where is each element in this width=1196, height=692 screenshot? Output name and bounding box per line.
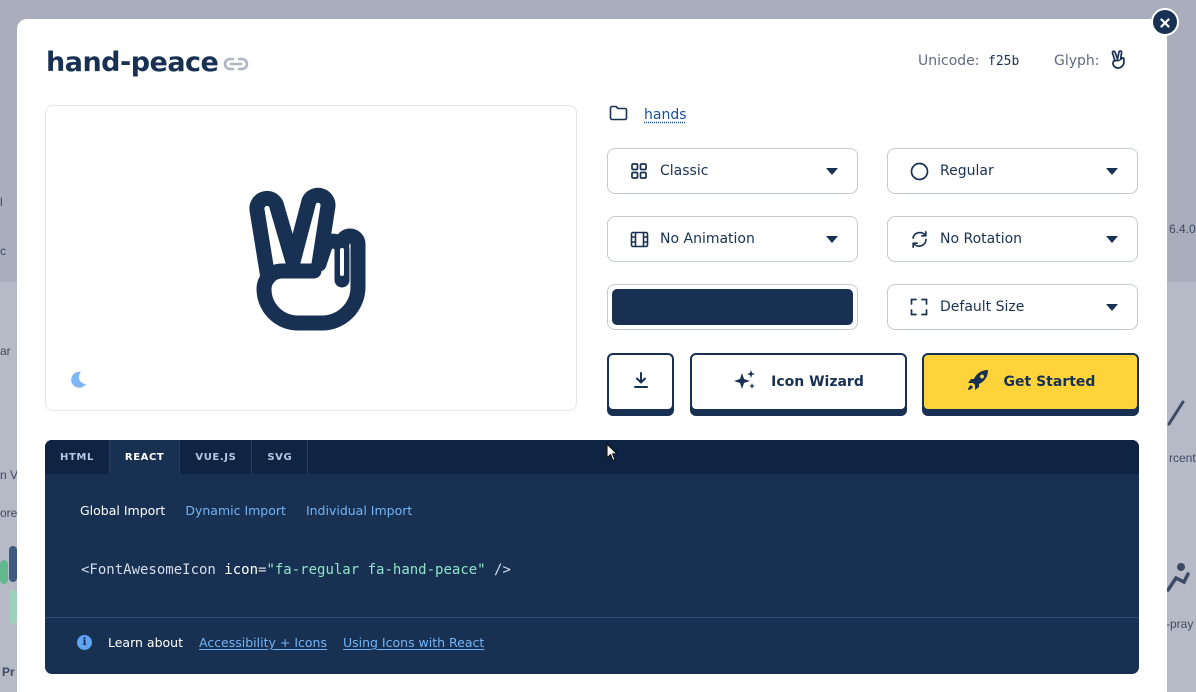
subtab-global-import[interactable]: Global Import <box>80 503 165 518</box>
family-select-value: Classic <box>660 163 709 179</box>
bg-fragment: n V <box>0 468 19 482</box>
bg-fragment: ar <box>0 344 11 358</box>
icon-detail-modal: hand-peace Unicode: f25b Glyph: hands Cl… <box>17 19 1167 692</box>
glyph-preview-icon[interactable] <box>1110 50 1128 74</box>
code-attr: icon <box>224 562 259 578</box>
bg-fragment-box <box>0 560 8 584</box>
family-select[interactable]: Classic <box>607 148 858 194</box>
bg-fragment-box <box>9 546 17 582</box>
code-snippet-panel: HTML REACT VUE.JS SVG Global Import Dyna… <box>45 440 1139 674</box>
react-usage-link[interactable]: Using Icons with React <box>343 635 484 650</box>
code-suffix: /> <box>485 562 511 578</box>
icon-title: hand-peace <box>46 47 219 78</box>
unicode-value[interactable]: f25b <box>988 54 1019 69</box>
style-select[interactable]: Regular <box>887 148 1138 194</box>
unicode-label: Unicode: <box>918 53 980 69</box>
size-select-value: Default Size <box>940 299 1025 315</box>
style-select-value: Regular <box>940 163 994 179</box>
rotate-icon <box>910 230 930 249</box>
get-started-label: Get Started <box>1003 374 1096 390</box>
circle-icon <box>910 162 930 181</box>
bg-fragment: Pr <box>2 665 15 679</box>
glyph-label: Glyph: <box>1054 53 1100 69</box>
code-value: "fa-regular fa-hand-peace" <box>266 562 486 578</box>
download-button[interactable] <box>607 353 674 411</box>
import-type-tabs: Global Import Dynamic Import Individual … <box>80 503 412 518</box>
bg-fragment: -pray <box>1166 617 1194 631</box>
rotation-select-value: No Rotation <box>940 231 1023 247</box>
film-icon <box>630 231 650 248</box>
icon-wizard-label: Icon Wizard <box>771 374 864 390</box>
dark-mode-toggle-icon[interactable] <box>68 370 88 394</box>
folder-icon <box>609 105 628 125</box>
category-row: hands <box>609 105 687 125</box>
bg-fragment: 6.4.0 <box>1169 222 1196 236</box>
code-prefix: <FontAwesomeIcon <box>81 562 225 578</box>
icon-preview-panel <box>45 105 577 411</box>
icon-wizard-button[interactable]: Icon Wizard <box>690 353 907 411</box>
learn-about-row: i Learn about Accessibility + Icons Usin… <box>77 635 484 650</box>
code-tabs: HTML REACT VUE.JS SVG <box>45 440 1139 474</box>
download-icon <box>633 371 649 393</box>
category-link[interactable]: hands <box>644 107 687 123</box>
bg-fragment: ore <box>0 506 18 520</box>
close-button[interactable] <box>1151 8 1179 36</box>
bg-fragment: c <box>0 244 6 258</box>
hand-peace-icon <box>249 187 366 331</box>
bg-fragment-icon <box>1166 563 1190 592</box>
chevron-down-icon <box>1106 168 1118 175</box>
subtab-dynamic-import[interactable]: Dynamic Import <box>185 503 286 518</box>
accessibility-link[interactable]: Accessibility + Icons <box>199 635 327 650</box>
chevron-down-icon <box>1106 236 1118 243</box>
rotation-select[interactable]: No Rotation <box>887 216 1138 262</box>
expand-icon <box>910 298 930 316</box>
tab-vuejs[interactable]: VUE.JS <box>180 440 253 474</box>
color-swatch <box>612 289 853 325</box>
get-started-button[interactable]: Get Started <box>922 353 1139 411</box>
rocket-icon <box>966 368 990 396</box>
tab-react[interactable]: REACT <box>109 440 181 474</box>
divider <box>45 617 1139 618</box>
tab-svg[interactable]: SVG <box>252 440 309 474</box>
animation-select-value: No Animation <box>660 231 755 247</box>
bg-fragment: rcent <box>1169 451 1196 465</box>
bg-fragment: l <box>0 195 3 209</box>
learn-about-label: Learn about <box>108 635 183 650</box>
close-icon <box>1160 13 1170 32</box>
link-icon[interactable] <box>223 55 249 77</box>
chevron-down-icon <box>826 168 838 175</box>
color-picker[interactable] <box>607 284 858 330</box>
code-snippet[interactable]: <FontAwesomeIcon icon="fa-regular fa-han… <box>81 562 511 578</box>
info-icon: i <box>77 635 92 650</box>
grid-icon <box>630 162 650 180</box>
chevron-down-icon <box>1106 304 1118 311</box>
mouse-cursor-icon <box>606 443 618 466</box>
chevron-down-icon <box>826 236 838 243</box>
bg-fragment-box <box>9 590 17 624</box>
tab-html[interactable]: HTML <box>45 440 110 474</box>
animation-select[interactable]: No Animation <box>607 216 858 262</box>
subtab-individual-import[interactable]: Individual Import <box>306 503 412 518</box>
bg-fragment-icon <box>1167 400 1185 426</box>
size-select[interactable]: Default Size <box>887 284 1138 330</box>
sparkles-icon <box>733 369 757 395</box>
